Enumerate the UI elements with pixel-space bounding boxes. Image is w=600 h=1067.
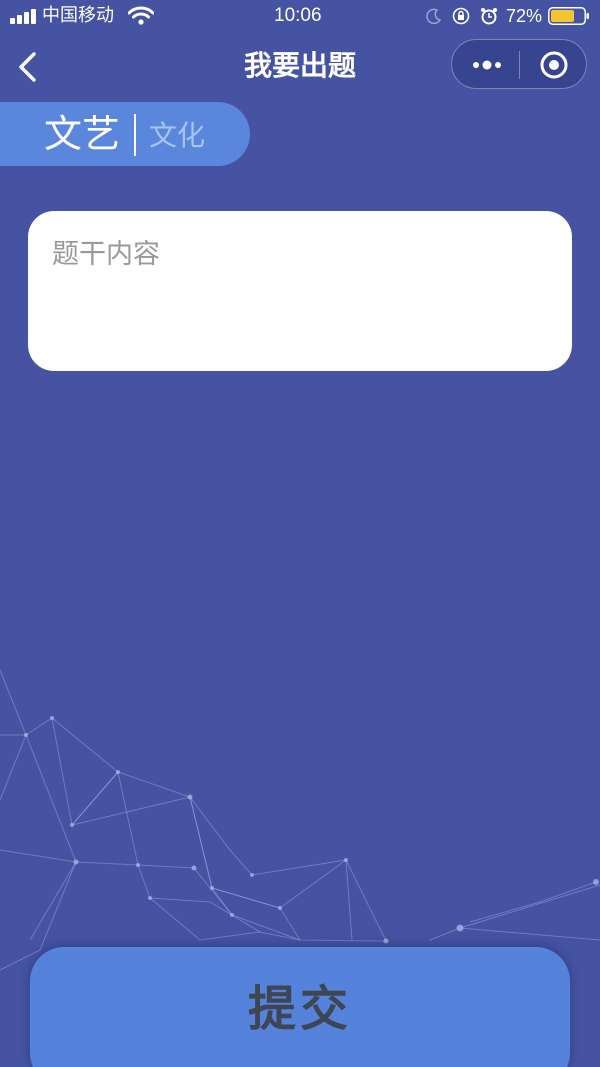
lock-rotation-icon	[452, 7, 470, 25]
mini-program-capsule	[451, 39, 587, 89]
signal-icon	[10, 8, 38, 24]
wifi-icon	[128, 6, 154, 25]
category-main-label: 文艺	[44, 112, 121, 156]
question-stem-input[interactable]	[52, 235, 548, 347]
question-card	[28, 211, 572, 371]
capsule-divider	[519, 51, 520, 79]
category-selector[interactable]: 文艺 文化	[0, 102, 250, 166]
clock: 10:06	[274, 5, 322, 26]
battery-icon	[548, 7, 589, 25]
category-sub-label: 文化	[149, 119, 206, 152]
close-target-icon[interactable]	[539, 50, 569, 80]
carrier-name: 中国移动	[42, 5, 114, 26]
moon-icon	[426, 8, 442, 24]
alarm-icon	[481, 8, 497, 25]
status-bar: 中国移动 10:06 72%	[0, 0, 600, 34]
submit-label: 提交	[247, 981, 352, 1037]
battery-percent: 72%	[506, 6, 543, 26]
more-icon[interactable]	[470, 54, 504, 76]
screen: 中国移动 10:06 72% 我要出题 文艺 文化 题干内容 提交	[0, 0, 600, 1067]
submit-button[interactable]: 提交	[30, 947, 570, 1067]
category-divider	[134, 114, 136, 156]
